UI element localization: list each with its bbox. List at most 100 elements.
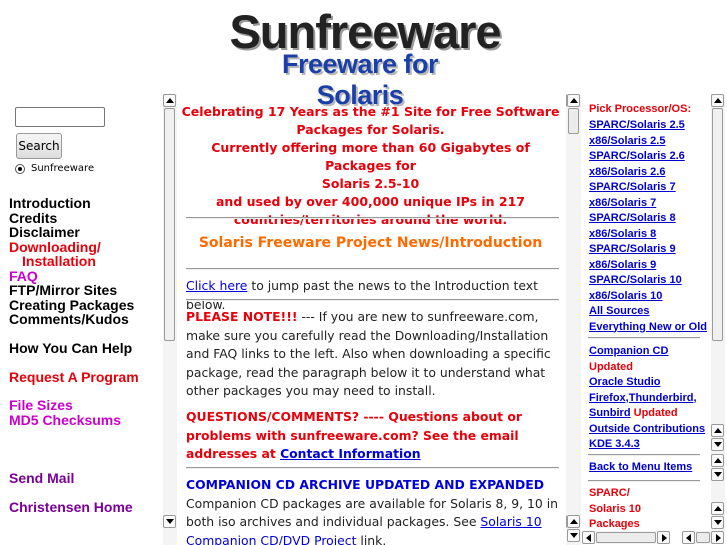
contact-link[interactable]: Contact Information [280,446,421,461]
scroll-thumb[interactable] [712,108,723,341]
platform-list: SPARC/Solaris 2.5 x86/Solaris 2.5 SPARC/… [589,118,707,335]
platform-link[interactable]: x86/Solaris 10 [589,289,707,305]
radio-selected-icon[interactable] [15,163,25,174]
nav-md5-checksums[interactable]: MD5 Checksums [9,413,121,428]
scroll-left-icon[interactable] [682,531,695,544]
right-frame-scrollbar-secondary[interactable] [711,94,725,531]
scroll-up-icon[interactable] [711,94,724,107]
platform-link[interactable]: SPARC/Solaris 10 [589,273,707,289]
hscroll-thumb[interactable] [596,532,656,543]
divider [186,467,559,469]
scroll-down-icon[interactable] [163,515,176,528]
search-button[interactable]: Search [16,133,62,159]
oracle-studio-link[interactable]: Oracle Studio [589,375,705,391]
firefox-link[interactable]: Firefox,Thunderbird, [589,391,705,407]
all-sources-link[interactable]: All Sources [589,304,707,320]
nav-faq[interactable]: FAQ [9,268,134,284]
scroll-thumb[interactable] [164,108,175,341]
nav-comments[interactable]: Comments/Kudos [9,312,134,327]
jump-link[interactable]: Click here [186,278,247,293]
scroll-up-icon[interactable] [163,94,176,107]
platform-link[interactable]: x86/Solaris 8 [589,227,707,243]
hscroll-thumb[interactable] [696,532,710,543]
platform-link[interactable]: SPARC/Solaris 8 [589,211,707,227]
left-frame-scrollbar[interactable] [163,94,177,545]
nav-send-mail[interactable]: Send Mail [9,471,74,486]
announcement-line: countries/territories around the world. [233,212,508,227]
extras-list: Companion CD Updated Oracle Studio Firef… [589,344,705,453]
divider [186,217,559,219]
platform-link[interactable]: SPARC/Solaris 9 [589,242,707,258]
right-frame-hscrollbar-secondary[interactable] [682,531,724,544]
site-header: Sunfreeware Freeware for Solaris [0,0,727,110]
platform-link[interactable]: x86/Solaris 7 [589,196,707,212]
back-to-menu-link[interactable]: Back to Menu Items [589,460,692,476]
nav-how-you-can-help[interactable]: How You Can Help [9,341,132,356]
scroll-left-icon[interactable] [582,531,595,544]
announcement: Celebrating 17 Years as the #1 Site for … [178,103,563,229]
scroll-up-icon[interactable] [711,502,724,515]
archive-paragraph: COMPANION CD ARCHIVE UPDATED AND EXPANDE… [186,476,558,545]
nav-christensen-home[interactable]: Christensen Home [9,500,133,515]
sunbird-link[interactable]: Sunbird [589,407,631,419]
sunbird-updated-badge: Updated [630,407,678,419]
nav-request-program[interactable]: Request A Program [9,370,139,385]
note-label: PLEASE NOTE!!! [186,309,298,324]
search-input[interactable] [15,107,105,127]
sparc-heading-line: SPARC/ [589,487,630,499]
announcement-line: and used by over 400,000 unique IPs in 2… [216,194,525,209]
divider [186,299,559,301]
divider [588,337,700,339]
scroll-down-icon[interactable] [711,438,724,451]
right-frame-hscrollbar[interactable] [582,531,670,544]
nav-credits[interactable]: Credits [9,210,134,226]
announcement-line: Celebrating 17 Years as the #1 Site for … [181,104,560,119]
scroll-right-icon[interactable] [657,531,670,544]
everything-new-link[interactable]: Everything New or Old [589,320,707,336]
pick-processor-title: Pick Processor/OS: [589,103,692,115]
nav-file-sizes[interactable]: File Sizes [9,398,73,413]
nav-ftp-mirror[interactable]: FTP/Mirror Sites [9,283,134,298]
companion-updated-badge: Updated [589,360,633,373]
nav-downloading[interactable]: Downloading/ Installation [9,238,134,269]
outside-contributions-link[interactable]: Outside Contributions [589,422,705,438]
nav-block-main: Introduction Credits Disclaimer Download… [9,196,134,327]
divider [588,454,700,456]
nav-downloading-line1: Downloading/ [9,238,101,255]
divider [588,480,700,482]
nav-introduction[interactable]: Introduction [9,196,134,211]
right-frame-scrollbar[interactable] [567,94,581,545]
scroll-up-icon[interactable] [711,454,724,467]
archive-title: COMPANION CD ARCHIVE UPDATED AND EXPANDE… [186,477,545,492]
scroll-down-icon[interactable] [711,468,724,481]
scroll-thumb[interactable] [568,108,579,134]
back-to-menu-label: Back to Menu Items [589,461,693,473]
scroll-up-icon[interactable] [567,515,580,528]
search-scope-option[interactable]: Sunfreeware [15,163,94,174]
platform-link[interactable]: x86/Solaris 2.6 [589,165,707,181]
left-nav-frame: Search Sunfreeware Introduction Credits … [0,94,160,545]
sparc-packages-heading: SPARC/ Solaris 10 Packages [589,486,641,533]
announcement-line: Currently offering more than 60 Gigabyte… [211,140,530,173]
nav-downloading-line2: Installation [22,253,96,269]
note-paragraph: PLEASE NOTE!!! --- If you are new to sun… [186,308,558,401]
announcement-line: Solaris 2.5-10 [321,176,420,191]
platform-link[interactable]: SPARC/Solaris 2.5 [589,118,707,134]
kde-link[interactable]: KDE 3.4.3 [589,437,705,453]
sparc-heading-line: Solaris 10 [589,502,641,515]
scroll-down-icon[interactable] [711,516,724,529]
scroll-up-icon[interactable] [567,94,580,107]
scroll-down-icon[interactable] [567,529,580,542]
platform-link[interactable]: x86/Solaris 9 [589,258,707,274]
right-nav-frame: Pick Processor/OS: SPARC/Solaris 2.5 x86… [582,94,710,545]
platform-link[interactable]: SPARC/Solaris 7 [589,180,707,196]
platform-link[interactable]: x86/Solaris 2.5 [589,134,707,150]
announcement-line: Packages for Solaris. [296,122,445,137]
scroll-right-icon[interactable] [711,531,724,544]
questions-paragraph: QUESTIONS/COMMENTS? ---- Questions about… [186,408,558,464]
platform-link[interactable]: SPARC/Solaris 2.6 [589,149,707,165]
nav-disclaimer[interactable]: Disclaimer [9,225,134,240]
scroll-up-icon[interactable] [711,424,724,437]
nav-creating-packages[interactable]: Creating Packages [9,297,134,313]
companion-cd-link[interactable]: Companion CD [589,344,705,360]
